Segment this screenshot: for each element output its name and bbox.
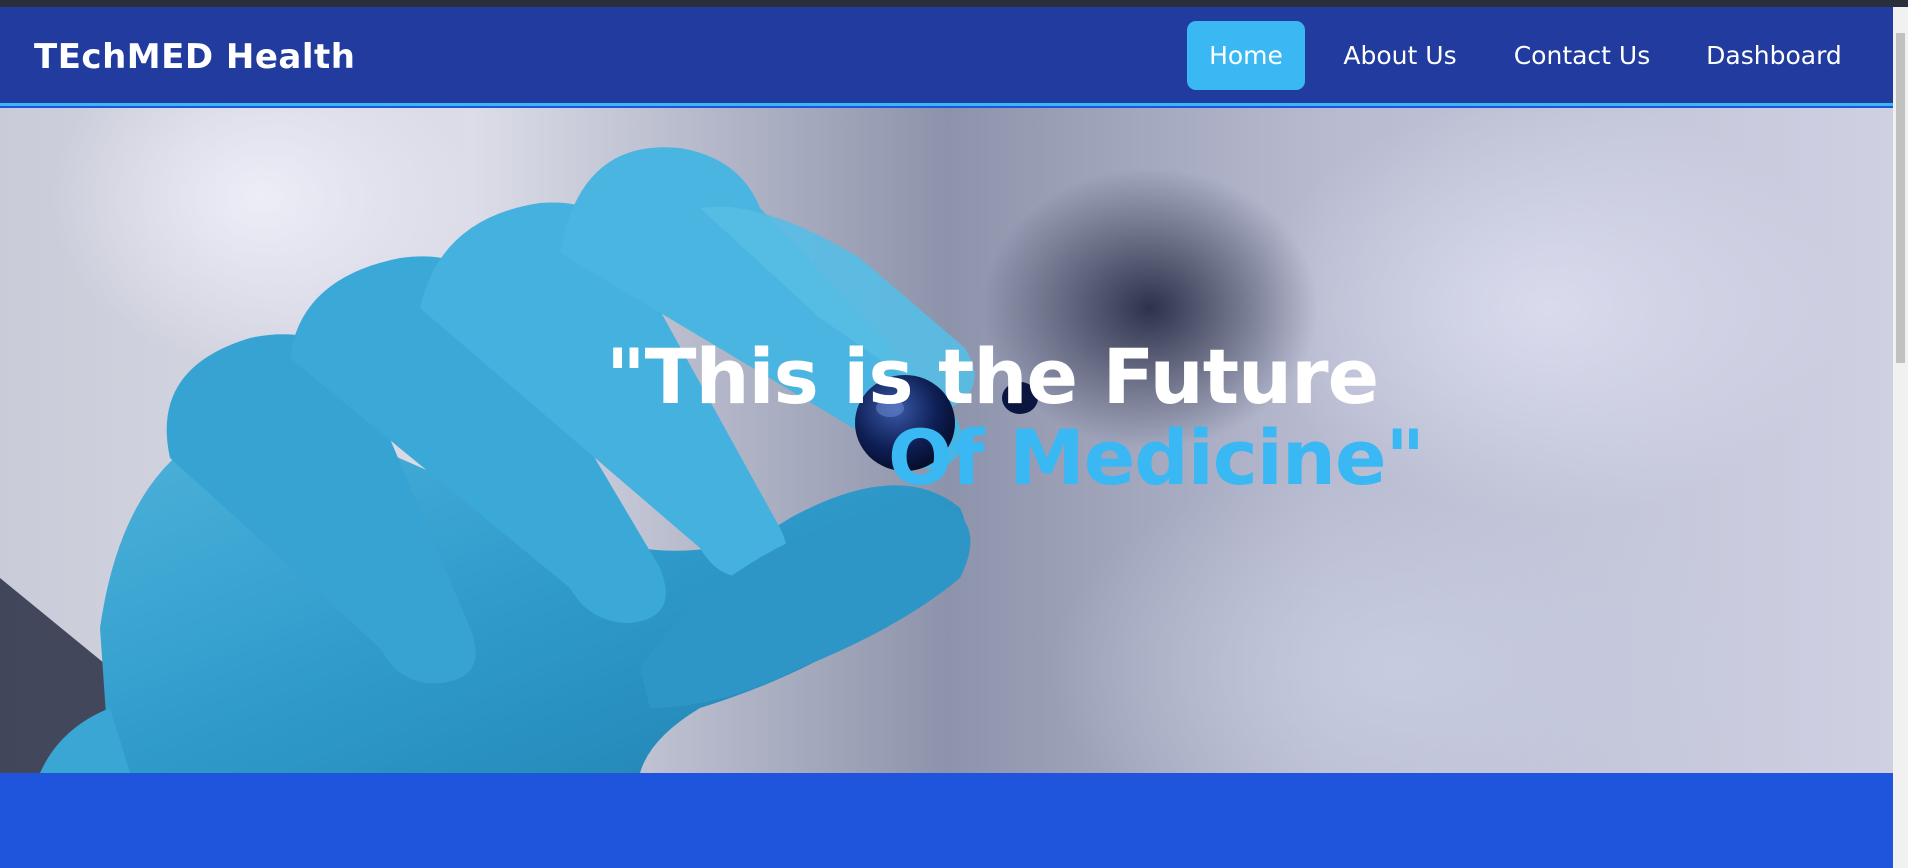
hero-banner: "This is the Future Of Medicine"	[0, 108, 1893, 773]
scrollbar-thumb[interactable]	[1896, 33, 1905, 363]
nav-home[interactable]: Home	[1187, 21, 1305, 90]
headline-line-2: Of Medicine"	[888, 413, 1425, 502]
hero-headline: "This is the Future Of Medicine"	[0, 108, 1893, 773]
nav-about-us[interactable]: About Us	[1335, 21, 1465, 90]
browser-top-strip	[0, 0, 1908, 7]
nav-contact-us[interactable]: Contact Us	[1500, 21, 1664, 90]
navbar: TEchMED Health Home About Us Contact Us …	[0, 7, 1893, 106]
brand-logo[interactable]: TEchMED Health	[34, 37, 355, 77]
nav-dashboard[interactable]: Dashboard	[1700, 21, 1848, 90]
headline-line-1: "This is the Future	[606, 332, 1379, 421]
content-section	[0, 773, 1893, 868]
scrollbar[interactable]	[1893, 7, 1908, 868]
